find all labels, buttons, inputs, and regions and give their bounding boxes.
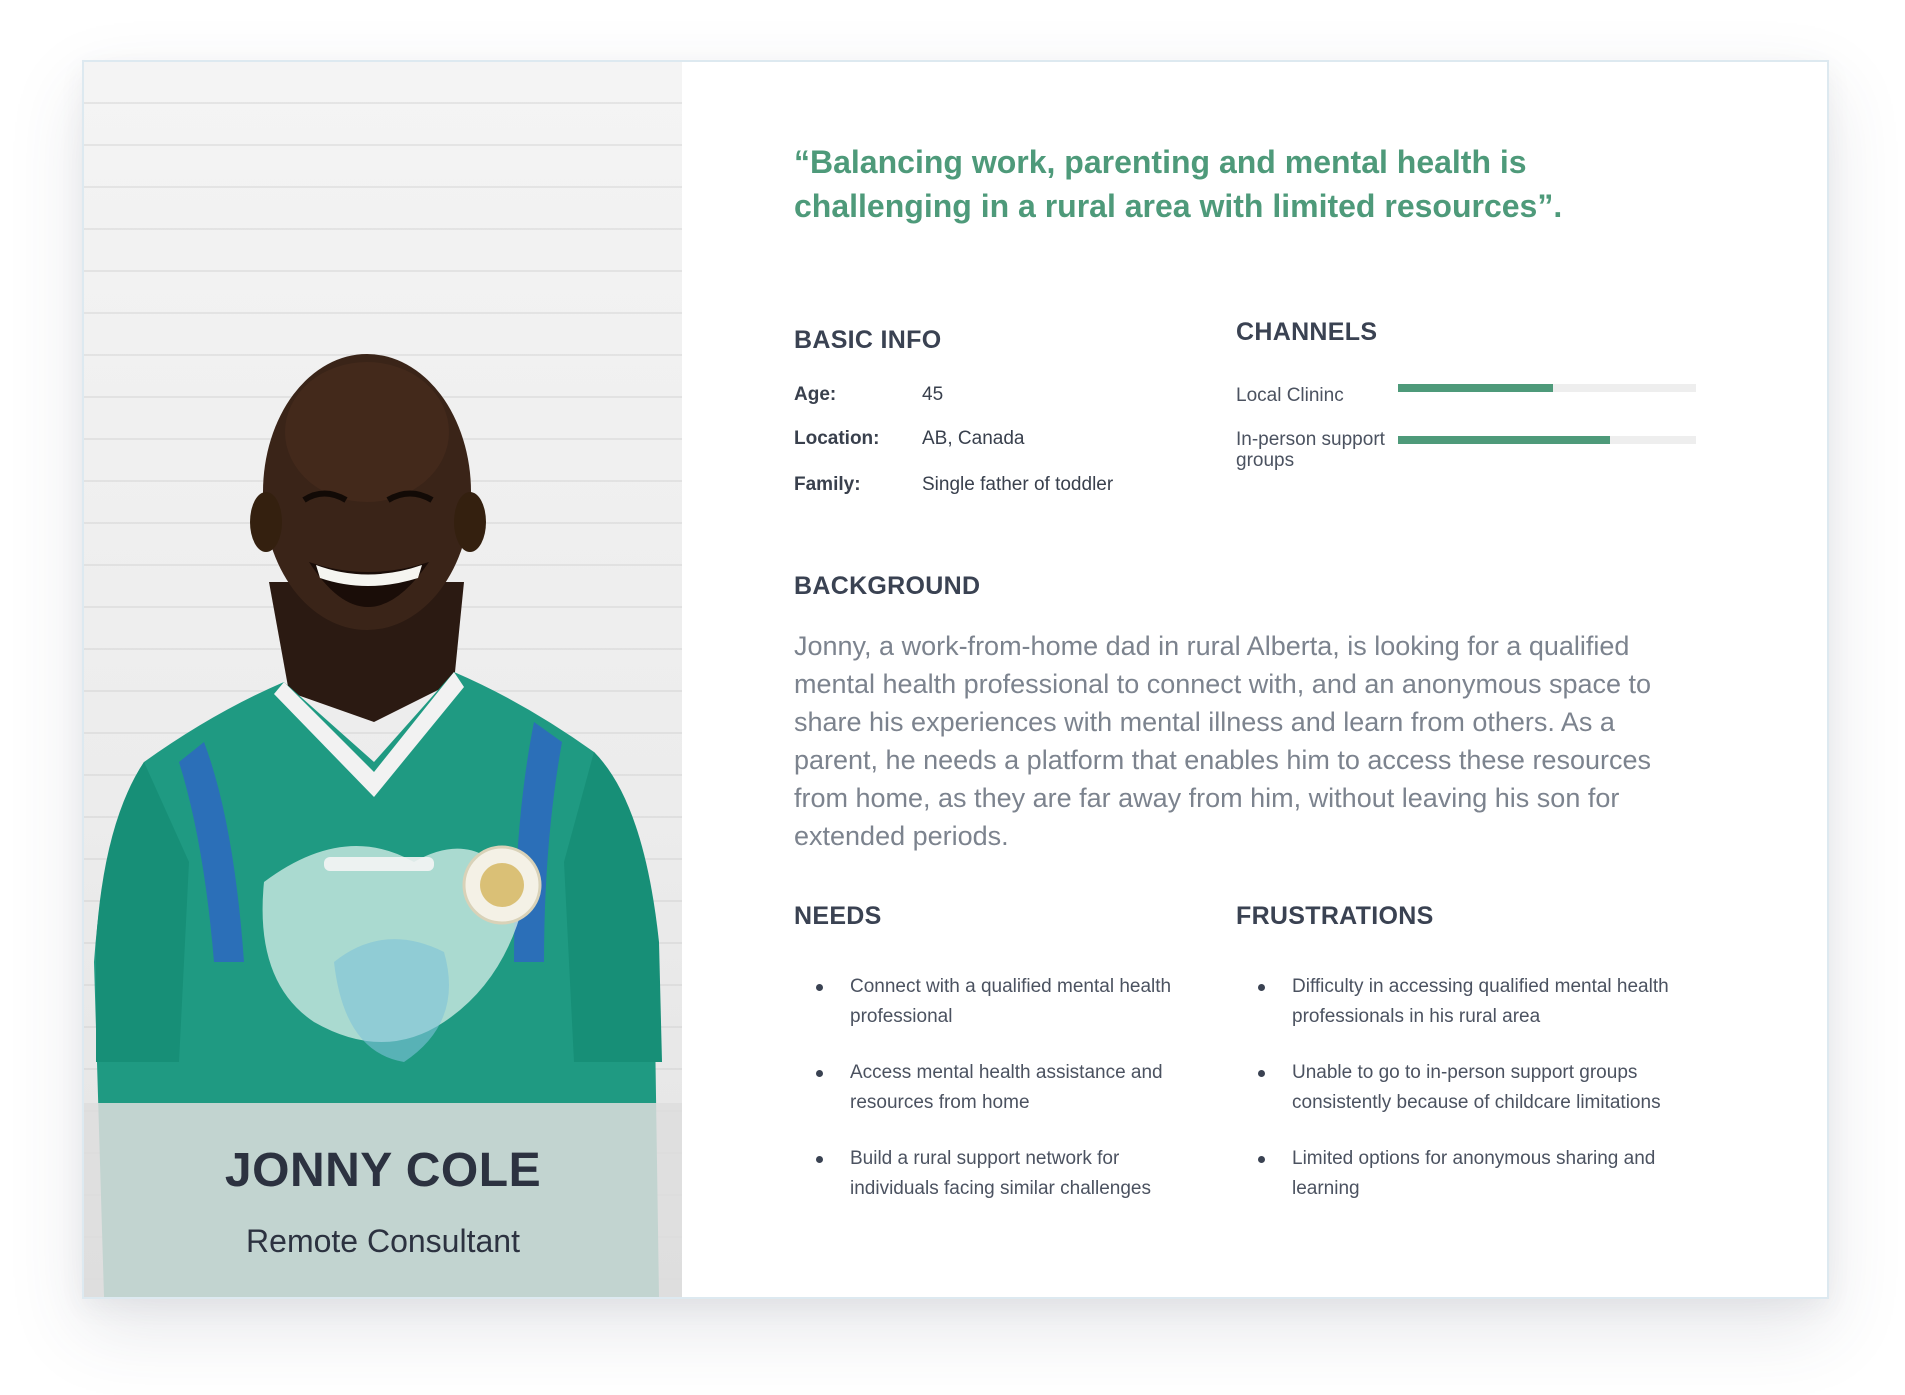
list-item: Connect with a qualified mental health p… (794, 972, 1194, 1032)
list-item-text: Access mental health assistance and reso… (850, 1062, 1163, 1113)
persona-photo: JONNY COLE Remote Consultant (84, 62, 682, 1297)
bullet-icon (1258, 1070, 1265, 1077)
persona-card: JONNY COLE Remote Consultant “Balancing … (82, 60, 1829, 1299)
basic-info-title: BASIC INFO (794, 326, 942, 354)
persona-name: JONNY COLE (224, 1144, 542, 1197)
bullet-icon (1258, 984, 1265, 991)
bullet-icon (816, 1070, 823, 1077)
list-item: Limited options for anonymous sharing an… (1236, 1144, 1696, 1204)
list-item: Difficulty in accessing qualified mental… (1236, 972, 1696, 1032)
info-value: Single father of toddler (922, 474, 1114, 495)
list-item-text: Unable to go to in-person support groups… (1292, 1062, 1661, 1113)
channel-bar-local-clinic (1398, 384, 1696, 392)
info-label: Age: (794, 384, 837, 405)
list-item: Access mental health assistance and reso… (794, 1058, 1194, 1118)
list-item-text: Limited options for anonymous sharing an… (1292, 1148, 1656, 1199)
channel-label-support-groups: In-person support groups (1236, 429, 1385, 471)
bullet-icon (816, 1156, 823, 1163)
list-item: Unable to go to in-person support groups… (1236, 1058, 1696, 1118)
info-label: Family: (794, 474, 861, 495)
info-label: Location: (794, 428, 880, 449)
persona-details: “Balancing work, parenting and mental he… (682, 62, 1827, 1297)
info-value: AB, Canada (922, 428, 1025, 449)
bullet-icon (816, 984, 823, 991)
name-panel: JONNY COLE Remote Consultant (84, 1103, 682, 1297)
info-value: 45 (922, 384, 944, 405)
list-item-text: Connect with a qualified mental health p… (850, 976, 1172, 1027)
persona-quote: “Balancing work, parenting and mental he… (794, 144, 1563, 224)
channel-bar-support-groups (1398, 436, 1696, 444)
bullet-icon (1258, 1156, 1265, 1163)
background-title: BACKGROUND (794, 572, 981, 600)
needs-list: Connect with a qualified mental health p… (794, 972, 1194, 1230)
background-text: Jonny, a work-from-home dad in rural Alb… (794, 631, 1652, 851)
frustrations-title: FRUSTRATIONS (1236, 902, 1434, 930)
persona-role: Remote Consultant (246, 1223, 520, 1259)
channels-title: CHANNELS (1236, 318, 1378, 346)
list-item-text: Build a rural support network for indivi… (850, 1148, 1151, 1199)
list-item: Build a rural support network for indivi… (794, 1144, 1194, 1204)
frustrations-list: Difficulty in accessing qualified mental… (1236, 972, 1696, 1230)
channel-label-local-clinic: Local Clininc (1236, 385, 1344, 406)
channel-bar-fill (1398, 436, 1610, 444)
list-item-text: Difficulty in accessing qualified mental… (1292, 976, 1669, 1027)
channel-bar-fill (1398, 384, 1553, 392)
needs-title: NEEDS (794, 902, 882, 930)
